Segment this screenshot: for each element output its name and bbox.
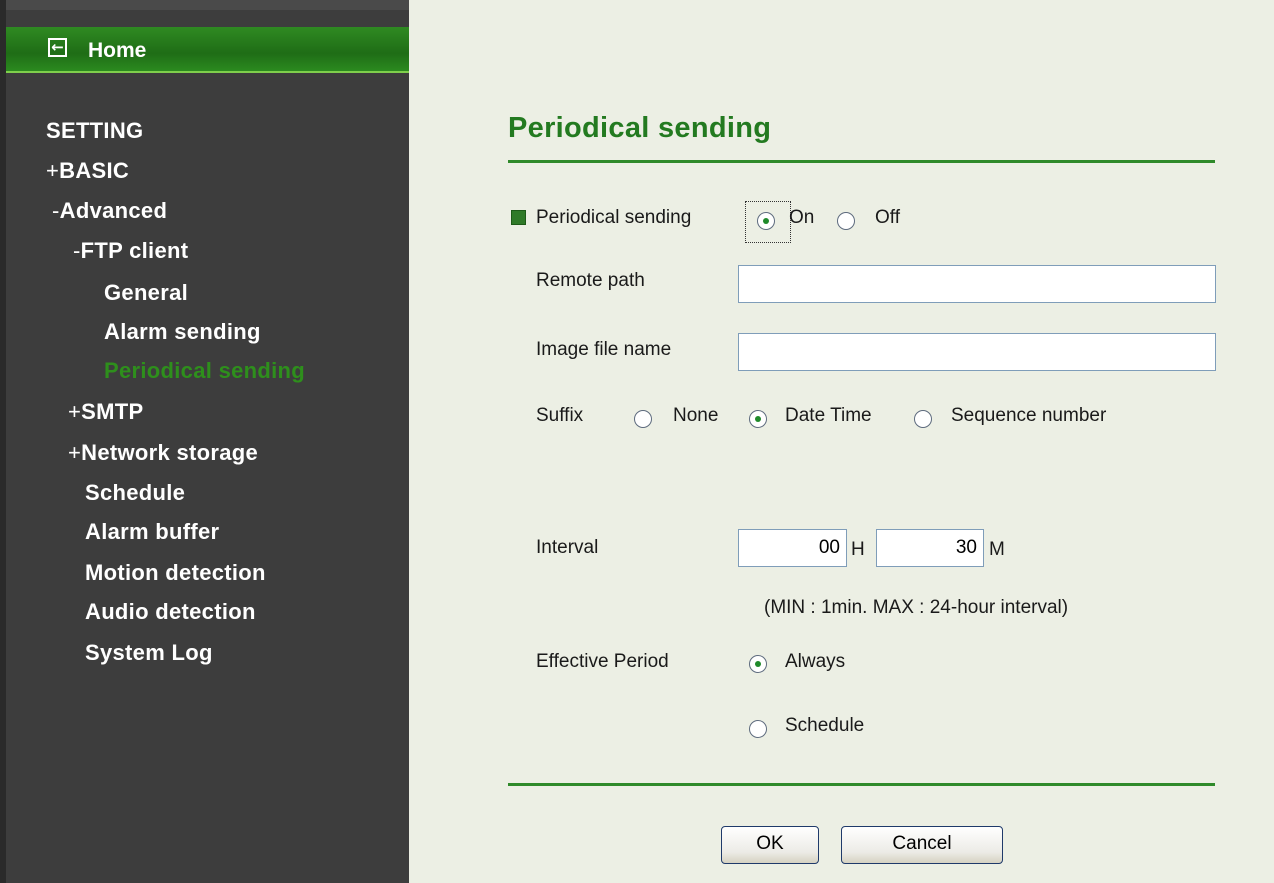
nav-audio-detection[interactable]: Audio detection [85,599,256,625]
radio-selected-dot [755,661,761,667]
nav-system-log[interactable]: System Log [85,640,213,666]
nav-network-storage[interactable]: +Network storage [68,440,258,466]
page-title: Periodical sending [508,112,772,144]
interval-minutes-input[interactable] [876,529,984,567]
section-bullet-icon [511,210,526,225]
interval-hours-input[interactable] [738,529,847,567]
nav-basic[interactable]: +BASIC [46,158,129,184]
nav-motion-detection[interactable]: Motion detection [85,560,266,586]
nav-general[interactable]: General [104,280,188,306]
suffix-none-label: None [673,405,719,426]
suffix-date-time-label: Date Time [785,405,872,426]
periodical-sending-label: Periodical sending [536,207,692,228]
remote-path-label: Remote path [536,270,645,291]
interval-note: (MIN : 1min. MAX : 24-hour interval) [764,597,1069,618]
periodical-on-radio[interactable] [757,212,775,230]
effective-period-always-label: Always [785,651,846,672]
home-label: Home [88,39,147,62]
radio-selected-dot [755,416,761,422]
arrow-left-box-icon: ← [48,38,67,57]
section-setting: SETTING [46,118,144,143]
effective-period-label: Effective Period [536,651,669,672]
nav-periodical-sending[interactable]: Periodical sending [104,358,305,384]
periodical-on-label: On [789,207,815,228]
ok-button[interactable]: OK [721,826,819,864]
radio-selected-dot [763,218,769,224]
periodical-off-radio[interactable] [837,212,855,230]
footer-divider [508,783,1215,786]
interval-label: Interval [536,537,599,558]
remote-path-input[interactable] [738,265,1216,303]
cancel-button[interactable]: Cancel [841,826,1003,864]
effective-period-schedule-radio[interactable] [749,720,767,738]
nav-smtp[interactable]: +SMTP [68,399,143,425]
suffix-date-time-radio[interactable] [749,410,767,428]
effective-period-always-radio[interactable] [749,655,767,673]
nav-ftp-client[interactable]: -FTP client [73,238,188,264]
image-file-name-label: Image file name [536,339,672,360]
nav-schedule[interactable]: Schedule [85,480,185,506]
main-panel: Periodical sending Periodical sending On… [409,0,1274,883]
nav-advanced[interactable]: -Advanced [52,198,167,224]
nav-alarm-buffer[interactable]: Alarm buffer [85,519,219,545]
suffix-sequence-number-radio[interactable] [914,410,932,428]
suffix-label: Suffix [536,405,584,426]
interval-hours-unit: H [851,539,865,560]
title-divider [508,160,1215,163]
effective-period-schedule-label: Schedule [785,715,865,736]
nav-alarm-sending[interactable]: Alarm sending [104,319,261,345]
suffix-none-radio[interactable] [634,410,652,428]
suffix-sequence-number-label: Sequence number [951,405,1107,426]
interval-minutes-unit: M [989,539,1005,560]
sidebar: ← Home SETTING +BASIC -Advanced -FTP cli… [0,0,415,883]
image-file-name-input[interactable] [738,333,1216,371]
home-link[interactable]: ← Home [6,27,409,73]
periodical-off-label: Off [875,207,900,228]
sidebar-top-edge [6,0,415,10]
